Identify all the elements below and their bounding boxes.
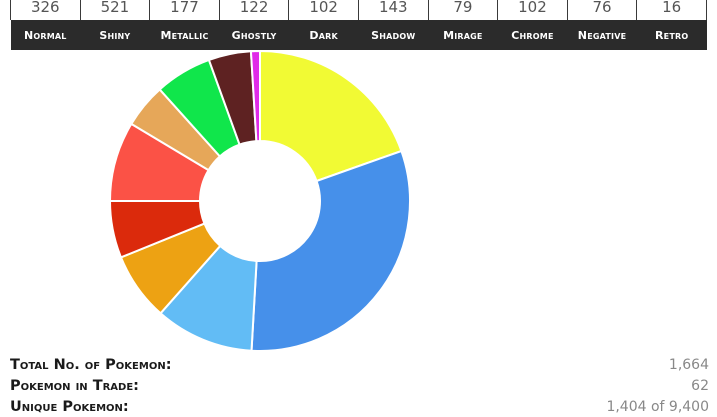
stat-label: Pokemon in Trade: [10,377,139,394]
type-label-dark: Dark [288,20,359,50]
stat-value: 1,664 [668,356,709,373]
stat-row-unique: Unique Pokemon: 1,404 of 9,400 [10,396,709,417]
type-count-value: 122 [218,0,290,20]
type-labels-row: Normal Shiny Metallic Ghostly Dark Shado… [10,20,707,50]
type-label-metallic: Metallic [149,20,220,50]
stat-value: 62 [691,377,709,394]
type-count-value: 79 [427,0,499,20]
stat-label: Total No. of Pokemon: [10,356,172,373]
type-label-ghostly: Ghostly [219,20,289,50]
stat-row-in-trade: Pokemon in Trade: 62 [10,375,709,396]
type-count-value: 102 [288,0,359,20]
type-count-value: 76 [566,0,638,20]
donut-slice-shiny[interactable] [250,149,411,352]
type-count-table: 326 521 177 122 102 143 79 102 76 16 Nor… [10,0,707,50]
type-donut-chart [0,47,717,353]
type-label-normal: Normal [10,20,81,50]
stat-label: Unique Pokemon: [10,398,129,415]
type-count-value: 16 [636,0,707,20]
type-label-retro: Retro [636,20,707,50]
type-label-chrome: Chrome [497,20,568,50]
type-count-value: 102 [497,0,568,20]
stat-value: 1,404 of 9,400 [606,398,709,415]
type-count-value: 326 [10,0,81,20]
type-label-shiny: Shiny [80,20,150,50]
type-label-shadow: Shadow [358,20,429,50]
type-label-negative: Negative [567,20,637,50]
donut-chart-svg [108,49,411,352]
type-count-value: 177 [149,0,220,20]
type-count-value: 143 [357,0,429,20]
collection-stats: Total No. of Pokemon: 1,664 Pokemon in T… [10,354,709,417]
type-count-values-row: 326 521 177 122 102 143 79 102 76 16 [10,0,707,20]
stat-row-total: Total No. of Pokemon: 1,664 [10,354,709,375]
type-label-mirage: Mirage [428,20,498,50]
type-count-value: 521 [79,0,151,20]
